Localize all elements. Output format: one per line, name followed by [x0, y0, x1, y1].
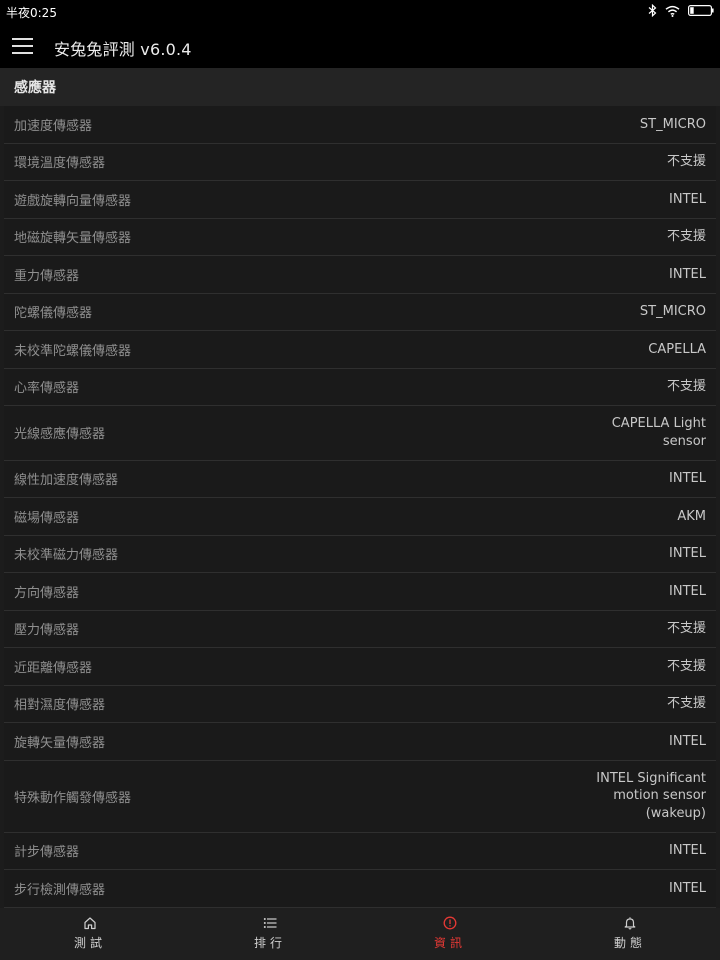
sensor-value: INTEL Significant motion sensor (wakeup)	[596, 770, 706, 821]
app-bar: 安兔兔評測 v6.0.4	[0, 24, 720, 68]
sensor-value: 不支援	[666, 379, 706, 394]
sensor-row[interactable]: 未校準陀螺儀傳感器 CAPELLA	[4, 331, 716, 369]
sensor-value: AKM	[677, 508, 706, 524]
tab-test[interactable]: 測試	[0, 908, 180, 960]
hamburger-menu-icon[interactable]	[12, 36, 34, 56]
sensor-label: 重力傳感器	[14, 268, 80, 284]
sensor-value: ST_MICRO	[639, 304, 706, 319]
sensor-value: 不支援	[666, 154, 706, 169]
home-icon	[84, 917, 96, 930]
info-alert-icon	[443, 916, 457, 930]
tab-test-label: 測試	[73, 936, 106, 950]
sensor-row[interactable]: 步行檢測傳感器 INTEL	[4, 870, 716, 908]
sensor-row[interactable]: 壓力傳感器 不支援	[4, 610, 716, 648]
sensor-row[interactable]: 環境溫度傳感器 不支援	[4, 143, 716, 181]
status-bar: 半夜0:25	[0, 0, 720, 24]
sensor-row[interactable]: 地磁旋轉矢量傳感器 不支援	[4, 218, 716, 256]
sensor-value: INTEL	[669, 471, 706, 486]
sensor-label: 未校準陀螺儀傳感器	[14, 343, 132, 359]
sensor-label: 遊戲旋轉向量傳感器	[14, 193, 132, 209]
battery-icon	[688, 5, 714, 16]
sensor-value: INTEL	[669, 546, 706, 561]
sensor-row[interactable]: 心率傳感器 不支援	[4, 368, 716, 406]
sensor-row[interactable]: 陀螺儀傳感器 ST_MICRO	[4, 293, 716, 331]
bluetooth-icon	[648, 4, 657, 17]
sensor-label: 磁場傳感器	[14, 510, 80, 526]
sensor-row[interactable]: 線性加速度傳感器 INTEL	[4, 460, 716, 498]
tab-news[interactable]: 動態	[540, 908, 720, 960]
sensor-label: 心率傳感器	[14, 381, 80, 397]
sensor-label: 步行檢測傳感器	[14, 882, 106, 898]
sensor-value: ST_MICRO	[639, 116, 706, 132]
sensor-value: CAPELLA Light sensor	[611, 416, 706, 449]
sensor-label: 壓力傳感器	[14, 623, 80, 639]
sensor-label: 環境溫度傳感器	[14, 156, 106, 172]
list-icon	[263, 918, 277, 928]
sensor-value: 不支援	[666, 696, 706, 711]
sensor-value: INTEL	[669, 843, 706, 858]
status-icons	[648, 4, 714, 17]
sensor-value: 不支援	[666, 229, 706, 244]
sensor-label: 近距離傳感器	[14, 660, 93, 676]
sensor-label: 未校準磁力傳感器	[14, 548, 119, 564]
bell-icon	[624, 917, 636, 930]
tab-news-label: 動態	[613, 936, 646, 950]
sensor-row[interactable]: 未校準磁力傳感器 INTEL	[4, 535, 716, 573]
sensor-label: 加速度傳感器	[14, 118, 93, 134]
sensor-value: INTEL	[669, 733, 706, 749]
sensor-value: INTEL	[669, 266, 706, 282]
bottom-nav: 測試 排行 資訊 動態	[0, 908, 720, 960]
sensor-row[interactable]: 特殊動作觸發傳感器 INTEL Significant motion sensor…	[4, 760, 716, 833]
sensor-label: 計步傳感器	[14, 845, 80, 861]
sensor-row[interactable]: 計步傳感器 INTEL	[4, 832, 716, 870]
sensor-row[interactable]: 加速度傳感器 ST_MICRO	[4, 106, 716, 144]
tab-info-label: 資訊	[433, 936, 466, 950]
sensor-row[interactable]: 磁場傳感器 AKM	[4, 498, 716, 536]
tab-info[interactable]: 資訊	[360, 908, 540, 960]
section-title: 感應器	[0, 68, 720, 106]
sensor-label: 光線感應傳感器	[14, 427, 106, 443]
sensor-value: INTEL	[669, 191, 706, 207]
sensor-row[interactable]: 光線感應傳感器 CAPELLA Light sensor	[4, 406, 716, 461]
sensor-row[interactable]: 重力傳感器 INTEL	[4, 256, 716, 294]
sensor-row[interactable]: 近距離傳感器 不支援	[4, 648, 716, 686]
sensor-label: 地磁旋轉矢量傳感器	[14, 231, 132, 247]
sensor-value: CAPELLA	[648, 341, 706, 357]
sensor-row[interactable]: 方向傳感器 INTEL	[4, 573, 716, 611]
sensor-label: 方向傳感器	[14, 585, 80, 601]
sensor-value: INTEL	[669, 880, 706, 896]
app-title: 安兔兔評測 v6.0.4	[54, 40, 192, 59]
sensor-row[interactable]: 旋轉矢量傳感器 INTEL	[4, 723, 716, 761]
sensor-value: 不支援	[666, 658, 706, 674]
sensor-row[interactable]: 遊戲旋轉向量傳感器 INTEL	[4, 181, 716, 219]
sensor-label: 相對濕度傳感器	[14, 698, 106, 714]
sensor-label: 旋轉矢量傳感器	[14, 735, 106, 751]
tab-ranking[interactable]: 排行	[180, 908, 360, 960]
tab-ranking-label: 排行	[253, 936, 286, 950]
sensor-label: 線性加速度傳感器	[14, 473, 119, 489]
sensor-label: 特殊動作觸發傳感器	[14, 790, 132, 806]
sensor-label: 陀螺儀傳感器	[14, 306, 93, 322]
sensor-value: INTEL	[669, 583, 706, 599]
sensor-info-panel[interactable]: 感應器 加速度傳感器 ST_MICRO 環境溫度傳感器 不支援 遊戲旋轉向量傳感器 INT…	[0, 68, 720, 908]
status-time: 半夜0:25	[6, 6, 57, 20]
sensor-list: 加速度傳感器 ST_MICRO 環境溫度傳感器 不支援 遊戲旋轉向量傳感器 INTEL 地磁…	[0, 106, 720, 908]
sensor-value: 不支援	[666, 621, 706, 636]
sensor-row[interactable]: 相對濕度傳感器 不支援	[4, 685, 716, 723]
wifi-icon	[665, 5, 680, 17]
